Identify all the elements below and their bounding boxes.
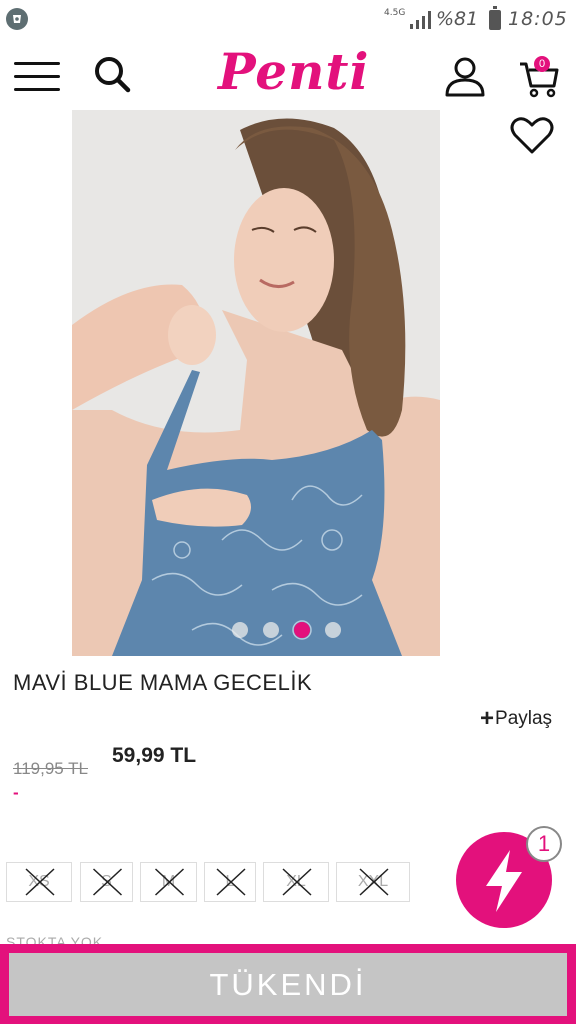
search-icon[interactable]: [92, 54, 132, 94]
cart-count-badge: 0: [534, 56, 550, 72]
carousel-dot[interactable]: [263, 622, 279, 638]
unavailable-cross-icon: [92, 868, 123, 896]
battery-icon: [489, 6, 501, 30]
size-option[interactable]: XL: [263, 862, 329, 902]
share-button[interactable]: +Paylaş: [480, 705, 552, 733]
unavailable-cross-icon: [216, 868, 246, 896]
battery-percent: %81: [436, 8, 479, 30]
app-notification-icon: [6, 8, 28, 30]
old-price: 119,95 TL: [13, 759, 88, 778]
status-bar: 4.5G %81 18:05: [0, 0, 576, 40]
size-option[interactable]: XS: [6, 862, 72, 902]
status-time: 18:05: [508, 8, 568, 30]
current-price: 59,99 TL: [112, 744, 197, 767]
hamburger-menu-icon[interactable]: [14, 58, 60, 92]
unavailable-cross-icon: [359, 868, 389, 896]
network-type: 4.5G: [384, 8, 406, 18]
unavailable-cross-icon: [282, 868, 312, 896]
size-option[interactable]: L: [204, 862, 256, 902]
app-header: Penti 0: [0, 40, 576, 110]
carousel-dot[interactable]: [294, 622, 310, 638]
sold-out-button[interactable]: TÜKENDİ: [9, 953, 567, 1016]
size-option[interactable]: S: [80, 862, 133, 902]
carousel-dot[interactable]: [325, 622, 341, 638]
user-account-icon[interactable]: [444, 56, 486, 98]
unavailable-cross-icon: [154, 868, 185, 896]
size-option[interactable]: M: [140, 862, 197, 902]
flash-deal-badge: 1: [526, 826, 562, 862]
product-title: MAVİ BLUE MAMA GECELİK: [13, 670, 313, 695]
signal-icon: [410, 11, 431, 29]
discount-label: -: [13, 783, 19, 802]
favorite-heart-icon[interactable]: [510, 116, 554, 156]
penti-logo[interactable]: Penti: [218, 42, 370, 101]
unavailable-cross-icon: [25, 868, 55, 896]
product-image[interactable]: [72, 110, 440, 656]
carousel-dot[interactable]: [232, 622, 248, 638]
share-label: Paylaş: [495, 708, 553, 729]
size-option[interactable]: XXL: [336, 862, 410, 902]
plus-icon: +: [480, 705, 495, 732]
